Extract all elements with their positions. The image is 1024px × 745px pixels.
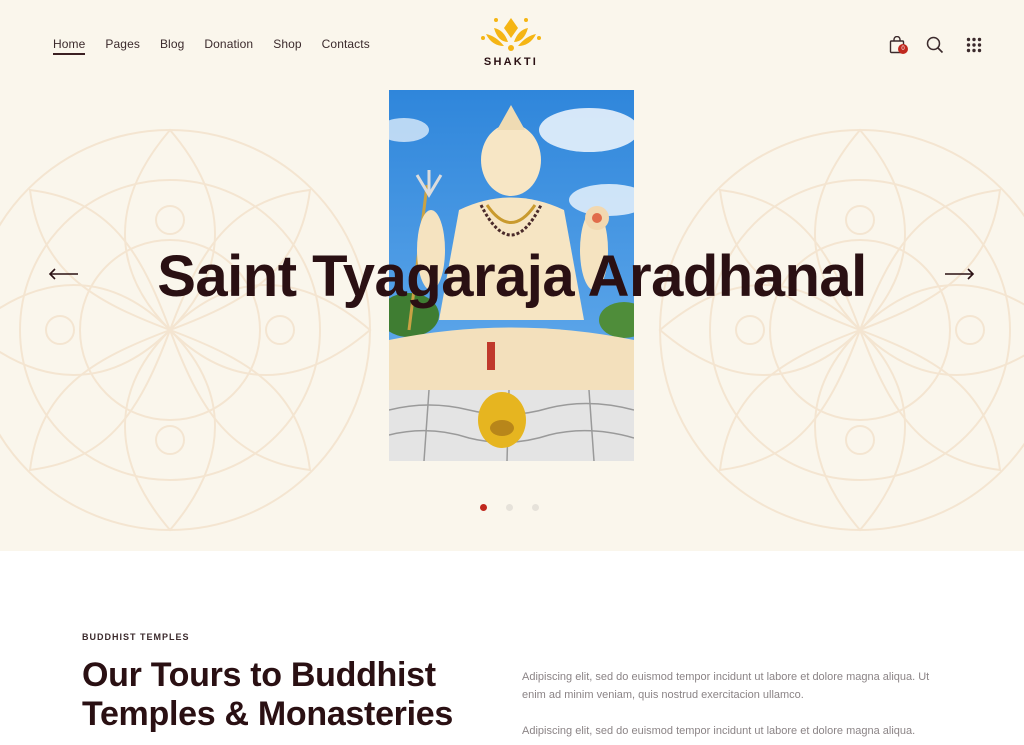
section-paragraph-1: Adipiscing elit, sed do euismod tempor i…	[522, 671, 930, 701]
section-eyebrow: BUDDHIST TEMPLES	[82, 632, 190, 642]
grid-menu-icon	[966, 37, 982, 53]
nav-item-home[interactable]: Home	[53, 37, 86, 55]
arrow-left-icon	[48, 268, 78, 280]
slider-dot-2[interactable]	[506, 504, 513, 511]
grid-menu-button[interactable]	[963, 34, 985, 56]
cart-button[interactable]: 0	[886, 34, 908, 56]
slide-title: Saint Tyagaraja Aradhanal	[157, 244, 867, 309]
nav-item-contacts[interactable]: Contacts	[322, 37, 370, 51]
nav-item-pages[interactable]: Pages	[105, 37, 140, 51]
header-actions: 0	[886, 34, 985, 56]
section-title: Our Tours to Buddhist Temples & Monaster…	[82, 656, 453, 733]
search-button[interactable]	[924, 34, 946, 56]
arrow-right-icon	[945, 268, 975, 280]
lotus-icon	[481, 18, 541, 51]
main-nav: Home Pages Blog Donation Shop Contacts	[53, 37, 390, 55]
brand-name: SHAKTI	[483, 56, 539, 68]
slider-dot-1[interactable]	[480, 504, 487, 511]
search-icon	[926, 36, 944, 54]
site-logo[interactable]: SHAKTI	[478, 14, 544, 74]
nav-item-donation[interactable]: Donation	[204, 37, 253, 51]
prev-slide-button[interactable]	[47, 263, 79, 285]
cart-count-badge: 0	[898, 44, 908, 54]
ornament-right-decoration	[658, 128, 1024, 532]
next-slide-button[interactable]	[944, 263, 976, 285]
slider-dot-3[interactable]	[532, 504, 539, 511]
nav-item-shop[interactable]: Shop	[273, 37, 301, 51]
section-paragraph-2: Adipiscing elit, sed do euismod tempor i…	[522, 725, 916, 737]
ornament-left-decoration	[0, 128, 372, 532]
site-header: Home Pages Blog Donation Shop Contacts S…	[0, 0, 1024, 88]
slider-pagination	[480, 504, 558, 511]
nav-item-blog[interactable]: Blog	[160, 37, 184, 51]
